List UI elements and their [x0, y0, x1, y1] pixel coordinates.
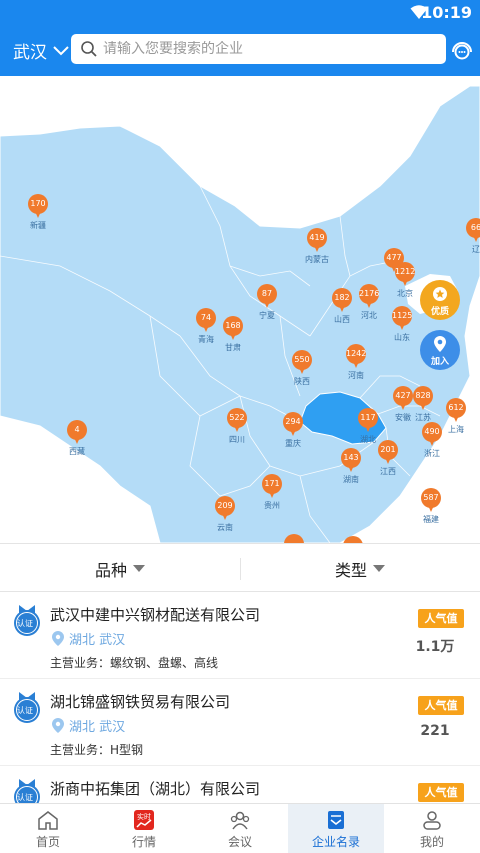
- caret-down-icon: [373, 565, 385, 572]
- popularity-value: 221: [420, 723, 450, 739]
- city-selector[interactable]: 武汉: [13, 38, 69, 63]
- map-pin-partial[interactable]: [343, 536, 363, 543]
- variety-filter-label: 品种: [94, 560, 127, 580]
- map-pin[interactable]: 2176 河北: [359, 284, 379, 320]
- caret-down-icon: [133, 565, 145, 572]
- search-bar[interactable]: [71, 34, 446, 64]
- join-label: 加入: [430, 357, 449, 367]
- tab-meeting[interactable]: 会议: [192, 804, 288, 853]
- location-pin-icon: [52, 718, 64, 733]
- map-pin[interactable]: 66 辽: [466, 218, 480, 254]
- map-pin[interactable]: 168 甘肃: [223, 316, 243, 352]
- map-pin[interactable]: 143 湖南: [341, 448, 361, 484]
- profile-icon: [423, 811, 441, 830]
- svg-text:实时: 实时: [137, 812, 151, 821]
- map-pin[interactable]: 171 贵州: [262, 474, 282, 510]
- location-text: 湖北 武汉: [69, 633, 126, 648]
- location-pin-icon: [52, 631, 64, 646]
- company-name[interactable]: 武汉中建中兴钢材配送有限公司: [50, 604, 260, 625]
- popularity-tag: 人气值: [418, 783, 464, 802]
- map-pin[interactable]: 209 云南: [215, 496, 235, 532]
- home-icon: [38, 811, 58, 830]
- status-bar: 10:19: [0, 0, 480, 26]
- meeting-icon: [230, 811, 250, 830]
- city-label: 武汉: [13, 43, 47, 63]
- quality-button[interactable]: 优质: [420, 280, 460, 320]
- map-pin[interactable]: 4 西藏: [67, 420, 87, 456]
- tab-home[interactable]: 首页: [0, 804, 96, 853]
- filter-bar: 品种 类型: [0, 543, 480, 592]
- star-icon: [433, 287, 447, 301]
- company-business: 主营业务：螺纹钢、盘螺、高线: [50, 656, 219, 670]
- certified-badge-text: 认证: [17, 793, 33, 802]
- map-pin[interactable]: 294 重庆: [283, 412, 303, 448]
- popularity-tag: 人气值: [418, 609, 464, 628]
- list-item[interactable]: 认证 武汉中建中兴钢材配送有限公司 湖北 武汉 主营业务：螺纹钢、盘螺、高线 人…: [0, 592, 480, 679]
- list-item[interactable]: 认证 浙商中拓集团（湖北）有限公司 人气值: [0, 766, 480, 803]
- map-pin[interactable]: 587 福建: [421, 488, 441, 524]
- map-pin[interactable]: 427 安徽: [393, 386, 413, 422]
- company-name[interactable]: 湖北锦盛钢铁贸易有限公司: [50, 691, 230, 712]
- type-filter-label: 类型: [334, 560, 367, 580]
- tab-directory[interactable]: 企业名录: [288, 804, 384, 853]
- map-pin[interactable]: 612 上海: [446, 398, 466, 434]
- tab-home-label: 首页: [35, 835, 60, 849]
- map-pin[interactable]: 419 内蒙古: [305, 228, 329, 264]
- search-input[interactable]: [103, 41, 423, 57]
- map-pin[interactable]: 74 青海: [196, 308, 216, 344]
- map-pin[interactable]: 117 湖北: [358, 408, 378, 444]
- tab-market-label: 行情: [131, 835, 156, 849]
- map-pin-partial[interactable]: [284, 534, 304, 543]
- company-list[interactable]: 认证 武汉中建中兴钢材配送有限公司 湖北 武汉 主营业务：螺纹钢、盘螺、高线 人…: [0, 592, 480, 803]
- location-pin-icon: [434, 336, 446, 352]
- map-pin[interactable]: 490 浙江: [422, 422, 442, 458]
- quality-label: 优质: [430, 307, 449, 317]
- map-pin[interactable]: 1212 北京: [395, 262, 415, 298]
- customer-service-icon[interactable]: [450, 38, 474, 62]
- bottom-tab-bar: 首页 实时 行情 会议 企业名录 我的: [0, 803, 480, 853]
- certified-badge-text: 认证: [17, 619, 33, 628]
- status-time: 10:19: [421, 3, 472, 22]
- company-name[interactable]: 浙商中拓集团（湖北）有限公司: [50, 778, 260, 799]
- china-map[interactable]: 170 新疆 419 内蒙古 66 辽 477 1212 北京 87 宁夏 182 山西 2…: [0, 76, 480, 543]
- tab-profile[interactable]: 我的: [384, 804, 480, 853]
- company-business: 主营业务：H型钢: [50, 743, 144, 757]
- map-pin[interactable]: 522 四川: [227, 408, 247, 444]
- map-pin[interactable]: 1125 山东: [392, 306, 412, 342]
- tab-directory-label: 企业名录: [311, 835, 360, 849]
- map-pin[interactable]: 87 宁夏: [257, 284, 277, 320]
- map-pin[interactable]: 1242 河南: [346, 344, 366, 380]
- search-icon: [81, 41, 97, 57]
- location-text: 湖北 武汉: [69, 720, 126, 735]
- tab-market[interactable]: 实时 行情: [96, 804, 192, 853]
- app-header: 10:19 武汉: [0, 0, 480, 76]
- directory-icon: [328, 811, 344, 829]
- map-pin[interactable]: 828 江苏: [413, 386, 433, 422]
- tab-meeting-label: 会议: [227, 835, 252, 849]
- map-pin[interactable]: 201 江西: [378, 440, 398, 476]
- popularity-tag: 人气值: [418, 696, 464, 715]
- join-button[interactable]: 加入: [420, 330, 460, 370]
- market-icon: 实时: [134, 810, 154, 830]
- variety-filter[interactable]: 品种: [0, 544, 240, 593]
- type-filter[interactable]: 类型: [240, 544, 480, 593]
- tab-profile-label: 我的: [419, 835, 444, 849]
- chevron-down-icon: [53, 45, 69, 55]
- popularity-value: 1.1万: [415, 639, 455, 655]
- company-location: 湖北 武汉: [52, 629, 125, 648]
- certified-badge-text: 认证: [17, 706, 33, 715]
- map-pin[interactable]: 170 新疆: [28, 194, 48, 230]
- map-pin[interactable]: 550 陕西: [292, 350, 312, 386]
- list-item[interactable]: 认证 湖北锦盛钢铁贸易有限公司 湖北 武汉 主营业务：H型钢 人气值 221: [0, 679, 480, 766]
- company-location: 湖北 武汉: [52, 716, 125, 735]
